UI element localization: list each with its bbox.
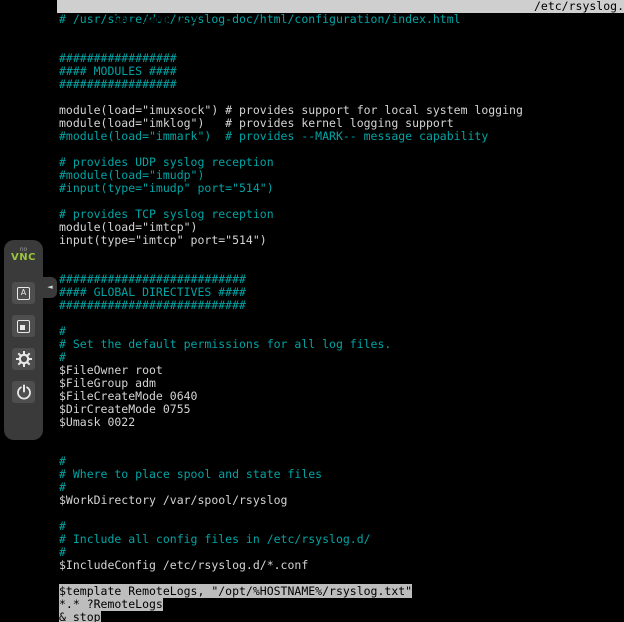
editor-buffer[interactable]: # /usr/share/doc/rsyslog-doc/html/config…: [57, 13, 624, 622]
terminal-window[interactable]: GNU nano 7.2 /etc/rsyslog. # /usr/share/…: [57, 0, 624, 622]
power-button[interactable]: [12, 381, 35, 403]
fullscreen-button[interactable]: [12, 315, 35, 337]
novnc-control-bar: noVNC ◄ A: [4, 240, 43, 440]
terminal-line: # Where to place spool and state files: [59, 468, 624, 481]
nano-version-label: GNU nano 7.2: [101, 12, 198, 26]
novnc-logo-vnc: VNC: [4, 253, 43, 263]
terminal-line: $WorkDirectory /var/spool/rsyslog: [59, 494, 624, 507]
settings-button[interactable]: [12, 348, 35, 370]
vnc-viewport: GNU nano 7.2 /etc/rsyslog. # /usr/share/…: [0, 0, 624, 622]
terminal-line: [59, 507, 624, 520]
clipboard-icon: A: [17, 287, 30, 300]
control-bar-handle[interactable]: ◄: [43, 277, 57, 298]
novnc-logo: noVNC: [4, 240, 43, 263]
collapse-arrow-icon: ◄: [47, 283, 52, 291]
terminal-line: [59, 442, 624, 455]
power-icon: [16, 384, 32, 400]
terminal-line: #input(type="imudp" port="514"): [59, 182, 624, 195]
terminal-line: [59, 247, 624, 260]
terminal-line: $Umask 0022: [59, 416, 624, 429]
terminal-line: # Include all config files in /etc/rsysl…: [59, 533, 624, 546]
terminal-line: & stop: [59, 611, 624, 622]
terminal-line: #module(load="immark") # provides --MARK…: [59, 130, 624, 143]
nano-filename-label: /etc/rsyslog.: [534, 0, 624, 13]
terminal-line: $IncludeConfig /etc/rsyslog.d/*.conf: [59, 559, 624, 572]
terminal-line: #################: [59, 78, 624, 91]
terminal-line: *.* ?RemoteLogs: [59, 598, 624, 611]
gear-icon: [15, 350, 33, 368]
clipboard-button[interactable]: A: [12, 282, 35, 304]
terminal-line: [59, 429, 624, 442]
terminal-line: [59, 26, 624, 39]
terminal-line: input(type="imtcp" port="514"): [59, 234, 624, 247]
terminal-line: $DirCreateMode 0755: [59, 403, 624, 416]
terminal-line: # Set the default permissions for all lo…: [59, 338, 624, 351]
terminal-line: ###########################: [59, 299, 624, 312]
terminal-line: [59, 312, 624, 325]
nano-titlebar: GNU nano 7.2 /etc/rsyslog.: [57, 0, 624, 13]
fullscreen-icon: [17, 320, 30, 333]
